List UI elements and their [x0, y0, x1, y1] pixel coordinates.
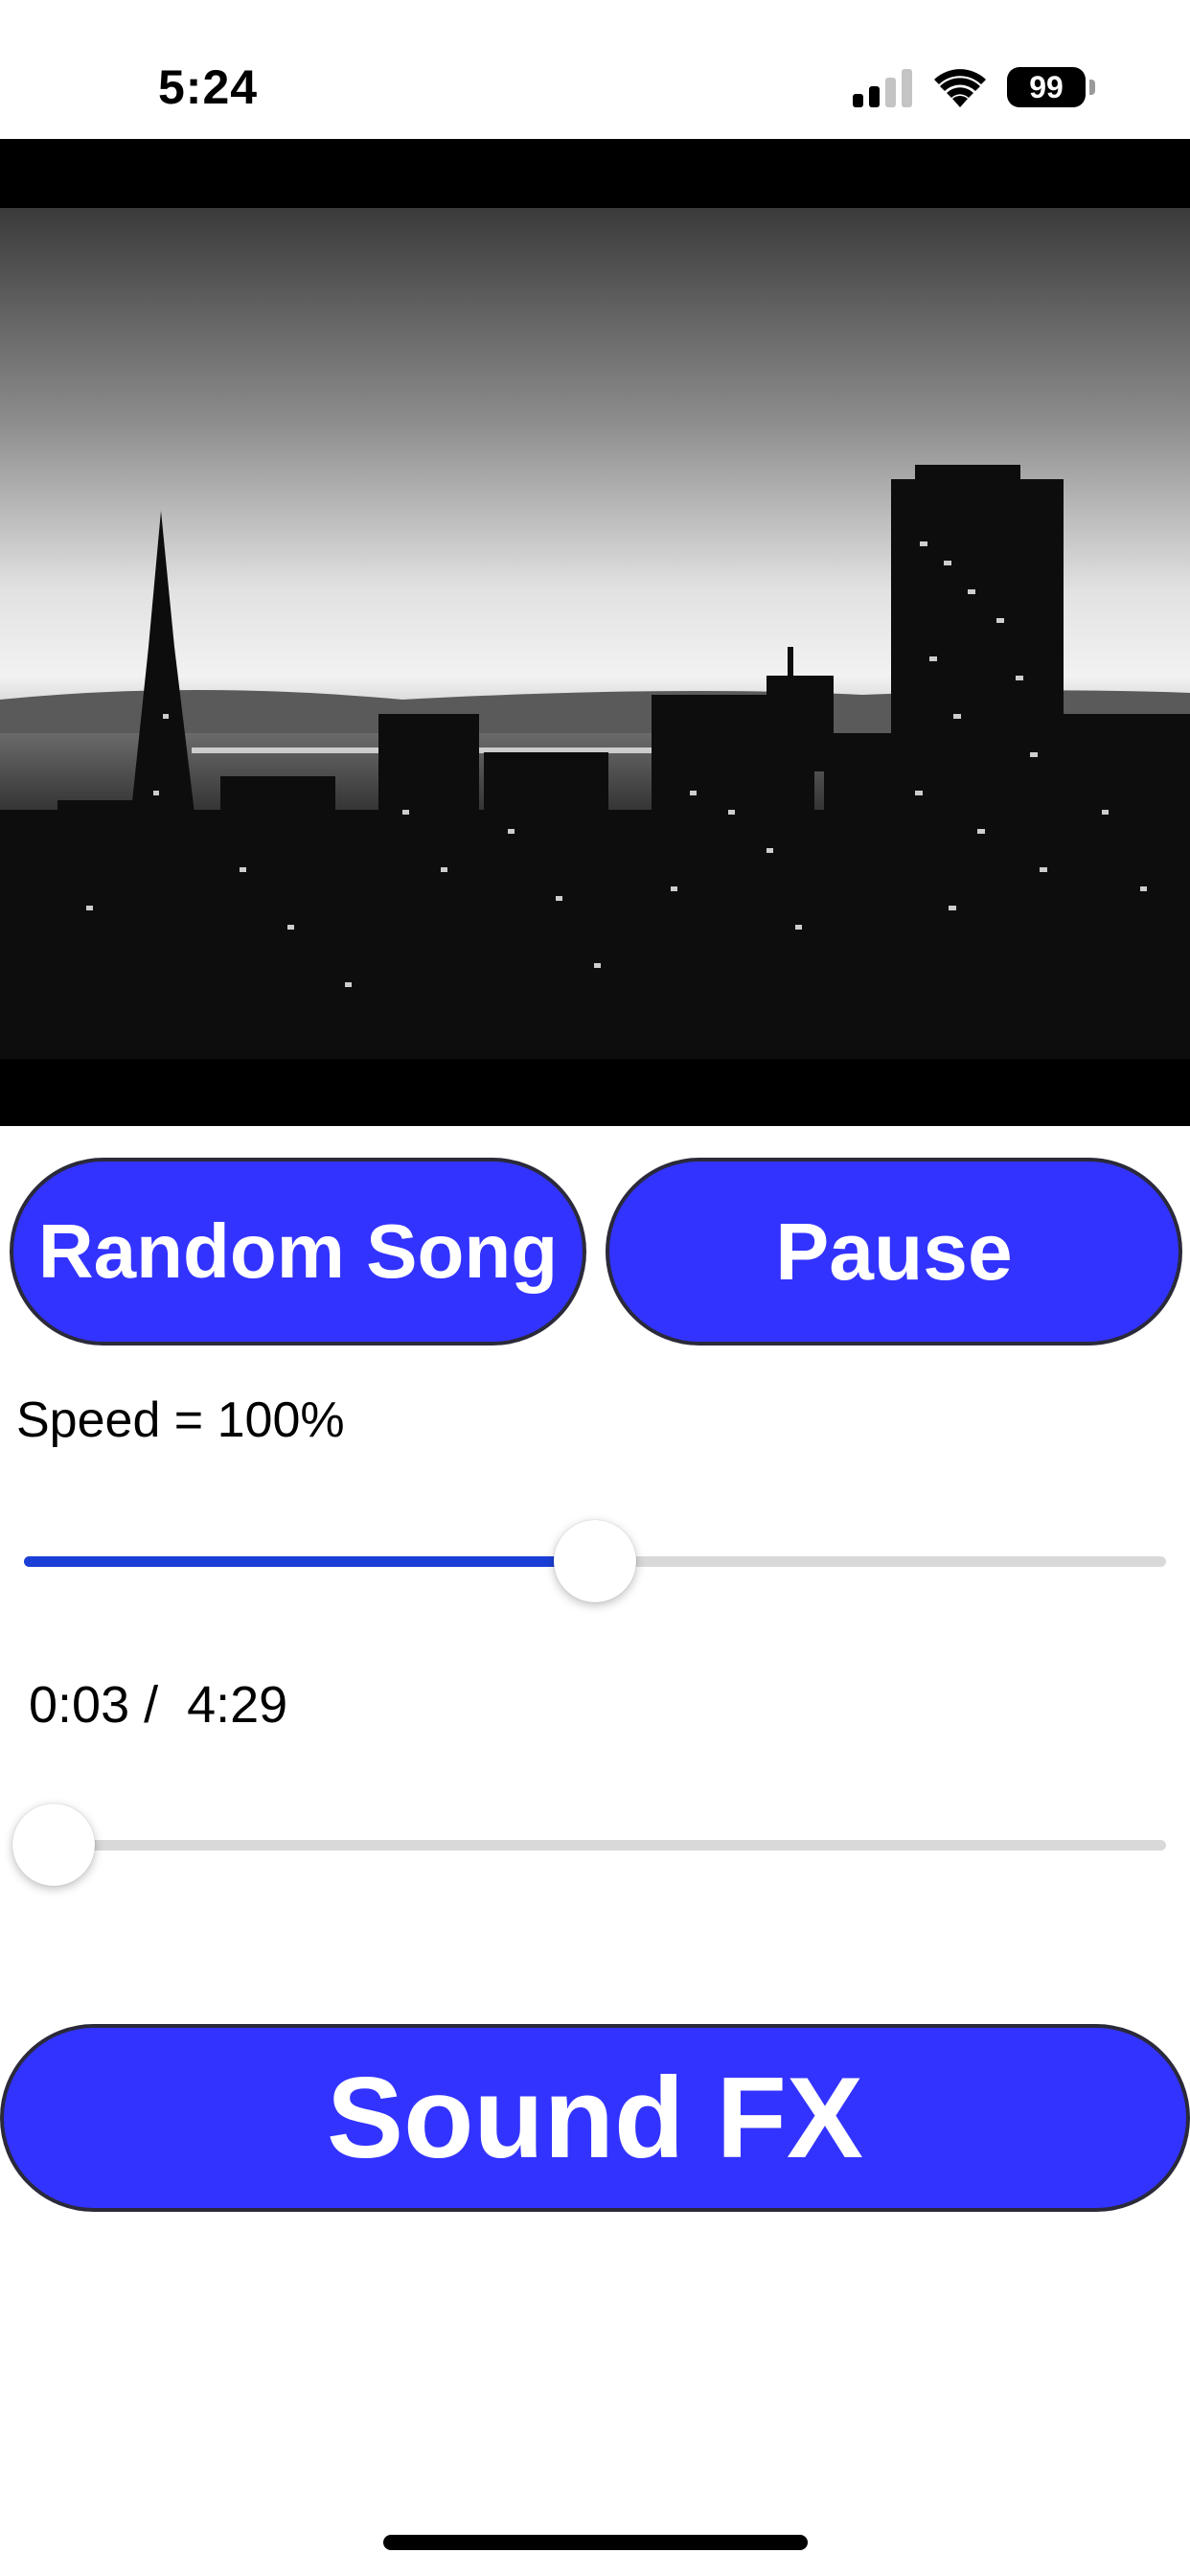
cellular-signal-icon: [853, 67, 912, 107]
battery-cap: [1089, 80, 1095, 95]
status-time: 5:24: [158, 60, 259, 114]
city-skyline-image: [0, 139, 1190, 1126]
speed-slider-fill: [24, 1556, 595, 1567]
speed-slider[interactable]: [24, 1518, 1166, 1604]
playback-slider-track: [24, 1840, 1166, 1851]
speed-label: Speed = 100%: [16, 1392, 345, 1448]
home-indicator: [383, 2535, 808, 2550]
playback-slider-thumb[interactable]: [12, 1804, 95, 1886]
playback-slider[interactable]: [12, 1802, 1166, 1888]
speed-slider-thumb[interactable]: [554, 1520, 636, 1602]
playback-time-label: 0:03 / 4:29: [29, 1676, 288, 1734]
battery-icon: 99: [1007, 67, 1086, 107]
status-bar: 5:24 99: [0, 0, 1190, 139]
pause-button[interactable]: Pause: [606, 1158, 1182, 1346]
sound-fx-button[interactable]: Sound FX: [0, 2024, 1190, 2212]
random-song-button[interactable]: Random Song: [10, 1158, 586, 1346]
video-player[interactable]: [0, 139, 1190, 1126]
wifi-icon: [934, 65, 986, 107]
